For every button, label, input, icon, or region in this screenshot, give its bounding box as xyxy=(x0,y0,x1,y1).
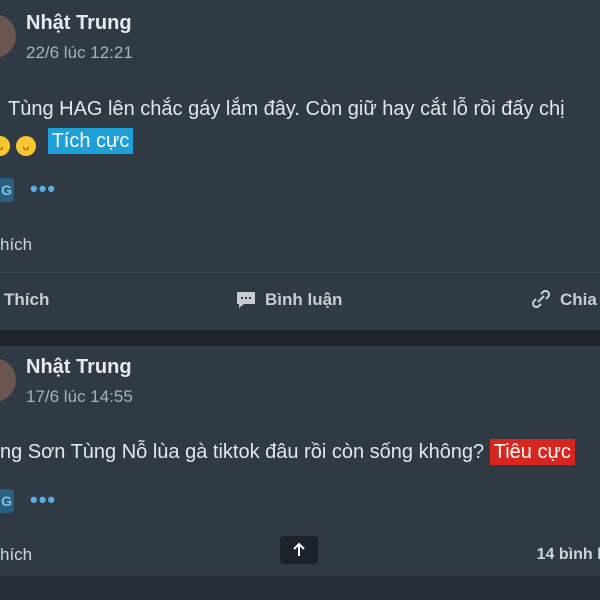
comment-button[interactable]: Bình luận xyxy=(235,290,342,310)
more-options-button[interactable]: ••• xyxy=(30,176,56,202)
like-label: Thích xyxy=(4,290,50,309)
comment-icon xyxy=(237,292,255,308)
avatar[interactable] xyxy=(0,14,16,58)
more-options-button[interactable]: ••• xyxy=(30,487,56,513)
tag-chip[interactable]: G xyxy=(0,178,14,202)
post-content: ng Sơn Tùng Nỗ lùa gà tiktok đâu rồi còn… xyxy=(0,439,575,465)
arrow-up-icon xyxy=(293,542,305,556)
post-separator xyxy=(0,330,600,346)
reactions-summary[interactable]: hích xyxy=(0,235,32,255)
sentiment-tag: Tích cực xyxy=(47,128,134,154)
divider xyxy=(0,272,600,273)
comments-count[interactable]: 14 bình luận xyxy=(537,546,600,564)
next-post-peek xyxy=(0,576,600,600)
post-content-line2: ᴗᴗ Tích cực xyxy=(0,128,134,156)
post-author[interactable]: Nhật Trung xyxy=(26,12,132,35)
post-card: Nhật Trung 22/6 lúc 12:21 Tùng HAG lên c… xyxy=(0,0,600,330)
post-author[interactable]: Nhật Trung xyxy=(26,356,132,379)
reactions-summary[interactable]: hích xyxy=(0,545,32,565)
share-label: Chia xyxy=(560,290,597,309)
tongue-face-emoji-icon: ᴗ xyxy=(16,136,36,156)
scroll-to-top-button[interactable] xyxy=(280,536,318,564)
post-content: Tùng HAG lên chắc gáy lắm đây. Còn giữ h… xyxy=(8,98,565,120)
like-button[interactable]: Thích xyxy=(4,290,49,310)
avatar[interactable] xyxy=(0,358,16,402)
tongue-face-emoji-icon: ᴗ xyxy=(0,136,10,156)
share-icon xyxy=(531,290,551,309)
tag-chip[interactable]: G xyxy=(0,489,14,513)
post-timestamp[interactable]: 22/6 lúc 12:21 xyxy=(26,43,133,63)
post-timestamp[interactable]: 17/6 lúc 14:55 xyxy=(26,387,133,407)
comment-label: Bình luận xyxy=(265,290,343,309)
share-button[interactable]: Chia xyxy=(530,290,597,310)
post-text: ng Sơn Tùng Nỗ lùa gà tiktok đâu rồi còn… xyxy=(0,441,485,463)
sentiment-tag: Tiêu cực xyxy=(489,439,575,465)
